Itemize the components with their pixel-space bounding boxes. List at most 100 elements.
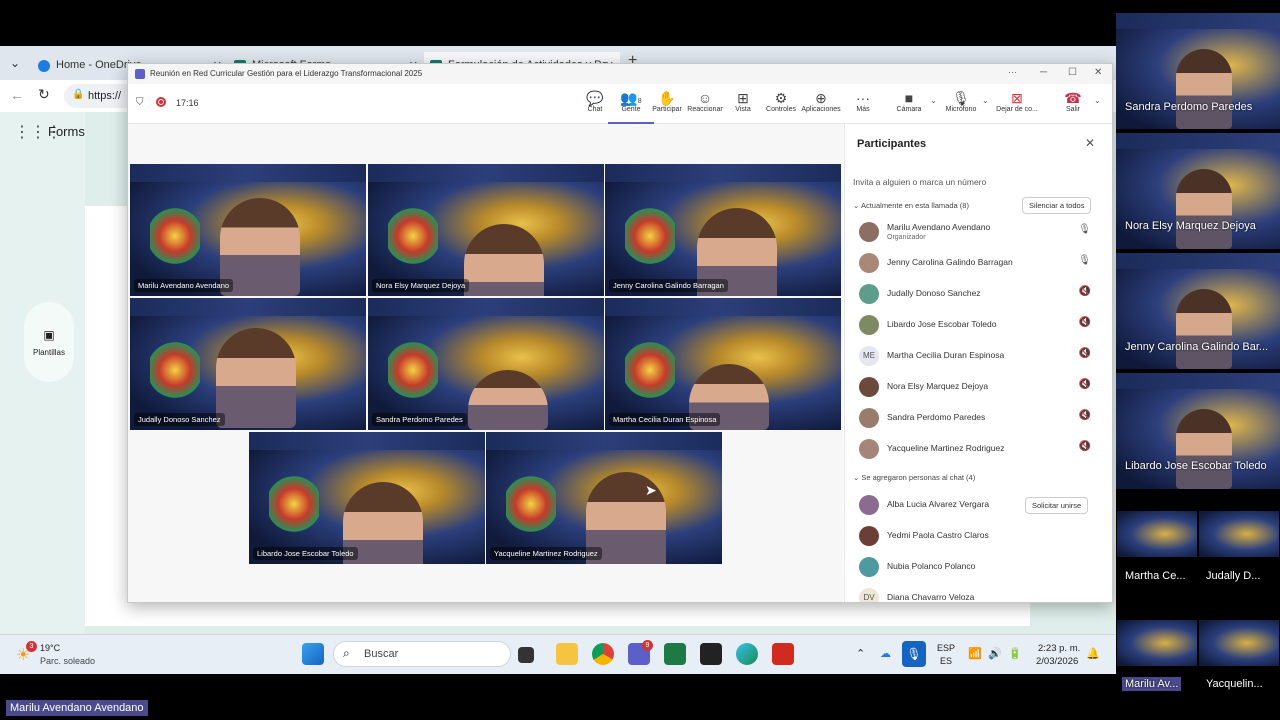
- gallery-mini-tile[interactable]: [1117, 620, 1197, 666]
- meeting-timer: 17:16: [176, 98, 199, 108]
- participant-row[interactable]: Judally Donoso Sanchez 🔇: [855, 280, 1105, 308]
- gallery-mini-tile[interactable]: [1117, 511, 1197, 557]
- volume-icon[interactable]: 🔊: [988, 647, 1002, 660]
- chevron-down-icon: ⌄: [853, 201, 861, 210]
- lang-secondary[interactable]: ES: [940, 656, 952, 666]
- chat-header[interactable]: ⌄ Se agregaron personas al chat (4): [853, 473, 975, 482]
- start-icon[interactable]: [302, 643, 324, 665]
- teams-badge: 9: [642, 640, 653, 651]
- templates-icon: ▣: [43, 328, 55, 342]
- video-tile[interactable]: Yacqueline Martinez Rodriguez: [486, 432, 722, 564]
- mic-off-icon: 🔇: [1078, 348, 1091, 359]
- edge-icon[interactable]: [736, 643, 758, 665]
- mic-on-icon: 🎙: [1078, 224, 1091, 235]
- camera-button[interactable]: ■ Cámara: [886, 90, 932, 113]
- wifi-icon[interactable]: 📶: [968, 647, 982, 660]
- leave-options-chevron-icon[interactable]: ⌄: [1094, 96, 1101, 105]
- avatar: [859, 377, 879, 397]
- gallery-name: Judally D...: [1206, 570, 1261, 582]
- mic-off-icon: 🔇: [1078, 379, 1091, 390]
- participant-name: Alba Lucia Alvarez Vergara: [887, 499, 990, 509]
- weather-desc: Parc. soleado: [40, 656, 96, 666]
- refresh-icon[interactable]: ↻: [38, 86, 50, 103]
- clock-date[interactable]: 2/03/2026: [1036, 656, 1078, 667]
- onedrive-icon: [38, 60, 50, 72]
- share-label: Dejar de co...: [996, 106, 1038, 113]
- notes-icon[interactable]: [700, 643, 722, 665]
- video-tile[interactable]: Judally Donoso Sanchez: [130, 298, 366, 430]
- mic-options-chevron-icon[interactable]: ⌄: [982, 96, 989, 105]
- video-tile[interactable]: Libardo Jose Escobar Toledo: [249, 432, 485, 564]
- tray-chevron-icon[interactable]: ⌃: [856, 647, 865, 660]
- participant-row[interactable]: Nora Elsy Marquez Dejoya 🔇: [855, 373, 1105, 401]
- apps-button[interactable]: ⊕ Aplicaciones: [798, 90, 844, 113]
- participant-row[interactable]: Jenny Carolina Galindo Barragan 🎙: [855, 249, 1105, 277]
- video-tile[interactable]: Martha Cecilia Duran Espinosa: [605, 298, 841, 430]
- video-tile[interactable]: Sandra Perdomo Paredes: [368, 298, 604, 430]
- more-button[interactable]: ··· Más: [840, 90, 886, 113]
- file-explorer-icon[interactable]: [556, 643, 578, 665]
- participant-role: Organizador: [887, 234, 926, 241]
- mic-off-icon: 🔇: [1078, 317, 1091, 328]
- lang-primary[interactable]: ESP: [937, 643, 955, 653]
- onedrive-tray-icon[interactable]: ☁: [880, 647, 891, 660]
- search-placeholder: Buscar: [364, 648, 399, 660]
- templates-button[interactable]: ▣ Plantillas: [24, 302, 74, 382]
- people-label: Gente: [621, 106, 641, 113]
- lock-icon: 🔒: [72, 89, 85, 100]
- participant-row[interactable]: Libardo Jose Escobar Toledo 🔇: [855, 311, 1105, 339]
- leave-button[interactable]: ☎ Salir: [1050, 90, 1096, 113]
- participant-name: Yacqueline Martinez Rodriguez: [490, 547, 602, 560]
- notification-bell-icon[interactable]: 🔔: [1086, 647, 1100, 660]
- gallery-name: Marilu Av...: [1122, 677, 1182, 691]
- mouse-cursor-icon: ➤: [645, 482, 657, 498]
- invite-input[interactable]: Invita a alguien o marca un número: [853, 177, 986, 187]
- video-tile[interactable]: Nora Elsy Marquez Dejoya: [368, 164, 604, 296]
- participant-row[interactable]: Yedmi Paola Castro Claros: [855, 522, 1105, 550]
- video-tile[interactable]: Marilu Avendano Avendano: [130, 164, 366, 296]
- battery-icon[interactable]: 🔋: [1008, 647, 1022, 660]
- participant-row[interactable]: Nubia Polanco Polanco: [855, 553, 1105, 581]
- back-icon[interactable]: ←: [10, 87, 24, 103]
- participant-row[interactable]: Sandra Perdomo Paredes 🔇: [855, 404, 1105, 432]
- chrome-icon[interactable]: [592, 643, 614, 665]
- participant-name: Judally Donoso Sanchez: [134, 413, 225, 426]
- gallery-name: Jenny Carolina Galindo Bar...: [1125, 341, 1269, 353]
- mute-all-button[interactable]: Silenciar a todos: [1022, 197, 1092, 214]
- maximize-icon[interactable]: ☐: [1068, 67, 1077, 78]
- close-panel-icon[interactable]: ✕: [1085, 136, 1095, 150]
- camera-options-chevron-icon[interactable]: ⌄: [930, 96, 937, 105]
- weather-widget[interactable]: ☀ 3 19°C Parc. soleado: [16, 641, 126, 669]
- tab-list-chevron-icon[interactable]: ⌄: [10, 56, 20, 70]
- clock-time[interactable]: 2:23 p. m.: [1038, 643, 1080, 654]
- participant-name: Marilu Avendano Avendano: [887, 222, 991, 232]
- video-tile[interactable]: Jenny Carolina Galindo Barragan: [605, 164, 841, 296]
- participant-row[interactable]: Yacqueline Martinez Rodriguez 🔇: [855, 435, 1105, 463]
- camera-icon: ■: [904, 90, 914, 106]
- participant-row[interactable]: DV Diana Chavarro Veloza: [855, 584, 1105, 602]
- task-view-icon[interactable]: [518, 647, 534, 663]
- mic-button[interactable]: 🎙 Micrófono: [938, 90, 984, 113]
- mic-tray-icon[interactable]: 🎙: [902, 641, 926, 667]
- close-window-icon[interactable]: ✕: [1094, 67, 1102, 78]
- mic-off-icon: 🔇: [1078, 410, 1091, 421]
- minimize-icon[interactable]: ─: [1040, 67, 1047, 78]
- gallery-mini-tile[interactable]: [1199, 620, 1279, 666]
- participant-row[interactable]: Marilu Avendano Avendano Organizador 🎙: [855, 218, 1105, 246]
- avatar: [859, 284, 879, 304]
- request-join-button[interactable]: Solicitar unirse: [1025, 497, 1089, 514]
- panel-title: Participantes: [857, 138, 927, 150]
- raise-label: Participar: [652, 106, 682, 113]
- participant-row[interactable]: ME Martha Cecilia Duran Espinosa 🔇: [855, 342, 1105, 370]
- acrobat-icon[interactable]: [772, 643, 794, 665]
- more-icon[interactable]: ···: [1008, 67, 1017, 77]
- excel-icon[interactable]: [664, 643, 686, 665]
- participant-name: Yedmi Paola Castro Claros: [887, 530, 989, 540]
- gallery-name: Libardo Jose Escobar Toledo: [1125, 460, 1267, 472]
- gallery-name: Nora Elsy Marquez Dejoya: [1125, 220, 1256, 232]
- gallery-mini-tile[interactable]: [1199, 511, 1279, 557]
- taskbar-search[interactable]: ⌕ Buscar: [333, 641, 511, 667]
- stop-sharing-button[interactable]: ⊠ Dejar de co...: [994, 90, 1040, 113]
- avatar: [859, 408, 879, 428]
- in-call-header[interactable]: ⌄ Actualmente en esta llamada (8): [853, 201, 969, 210]
